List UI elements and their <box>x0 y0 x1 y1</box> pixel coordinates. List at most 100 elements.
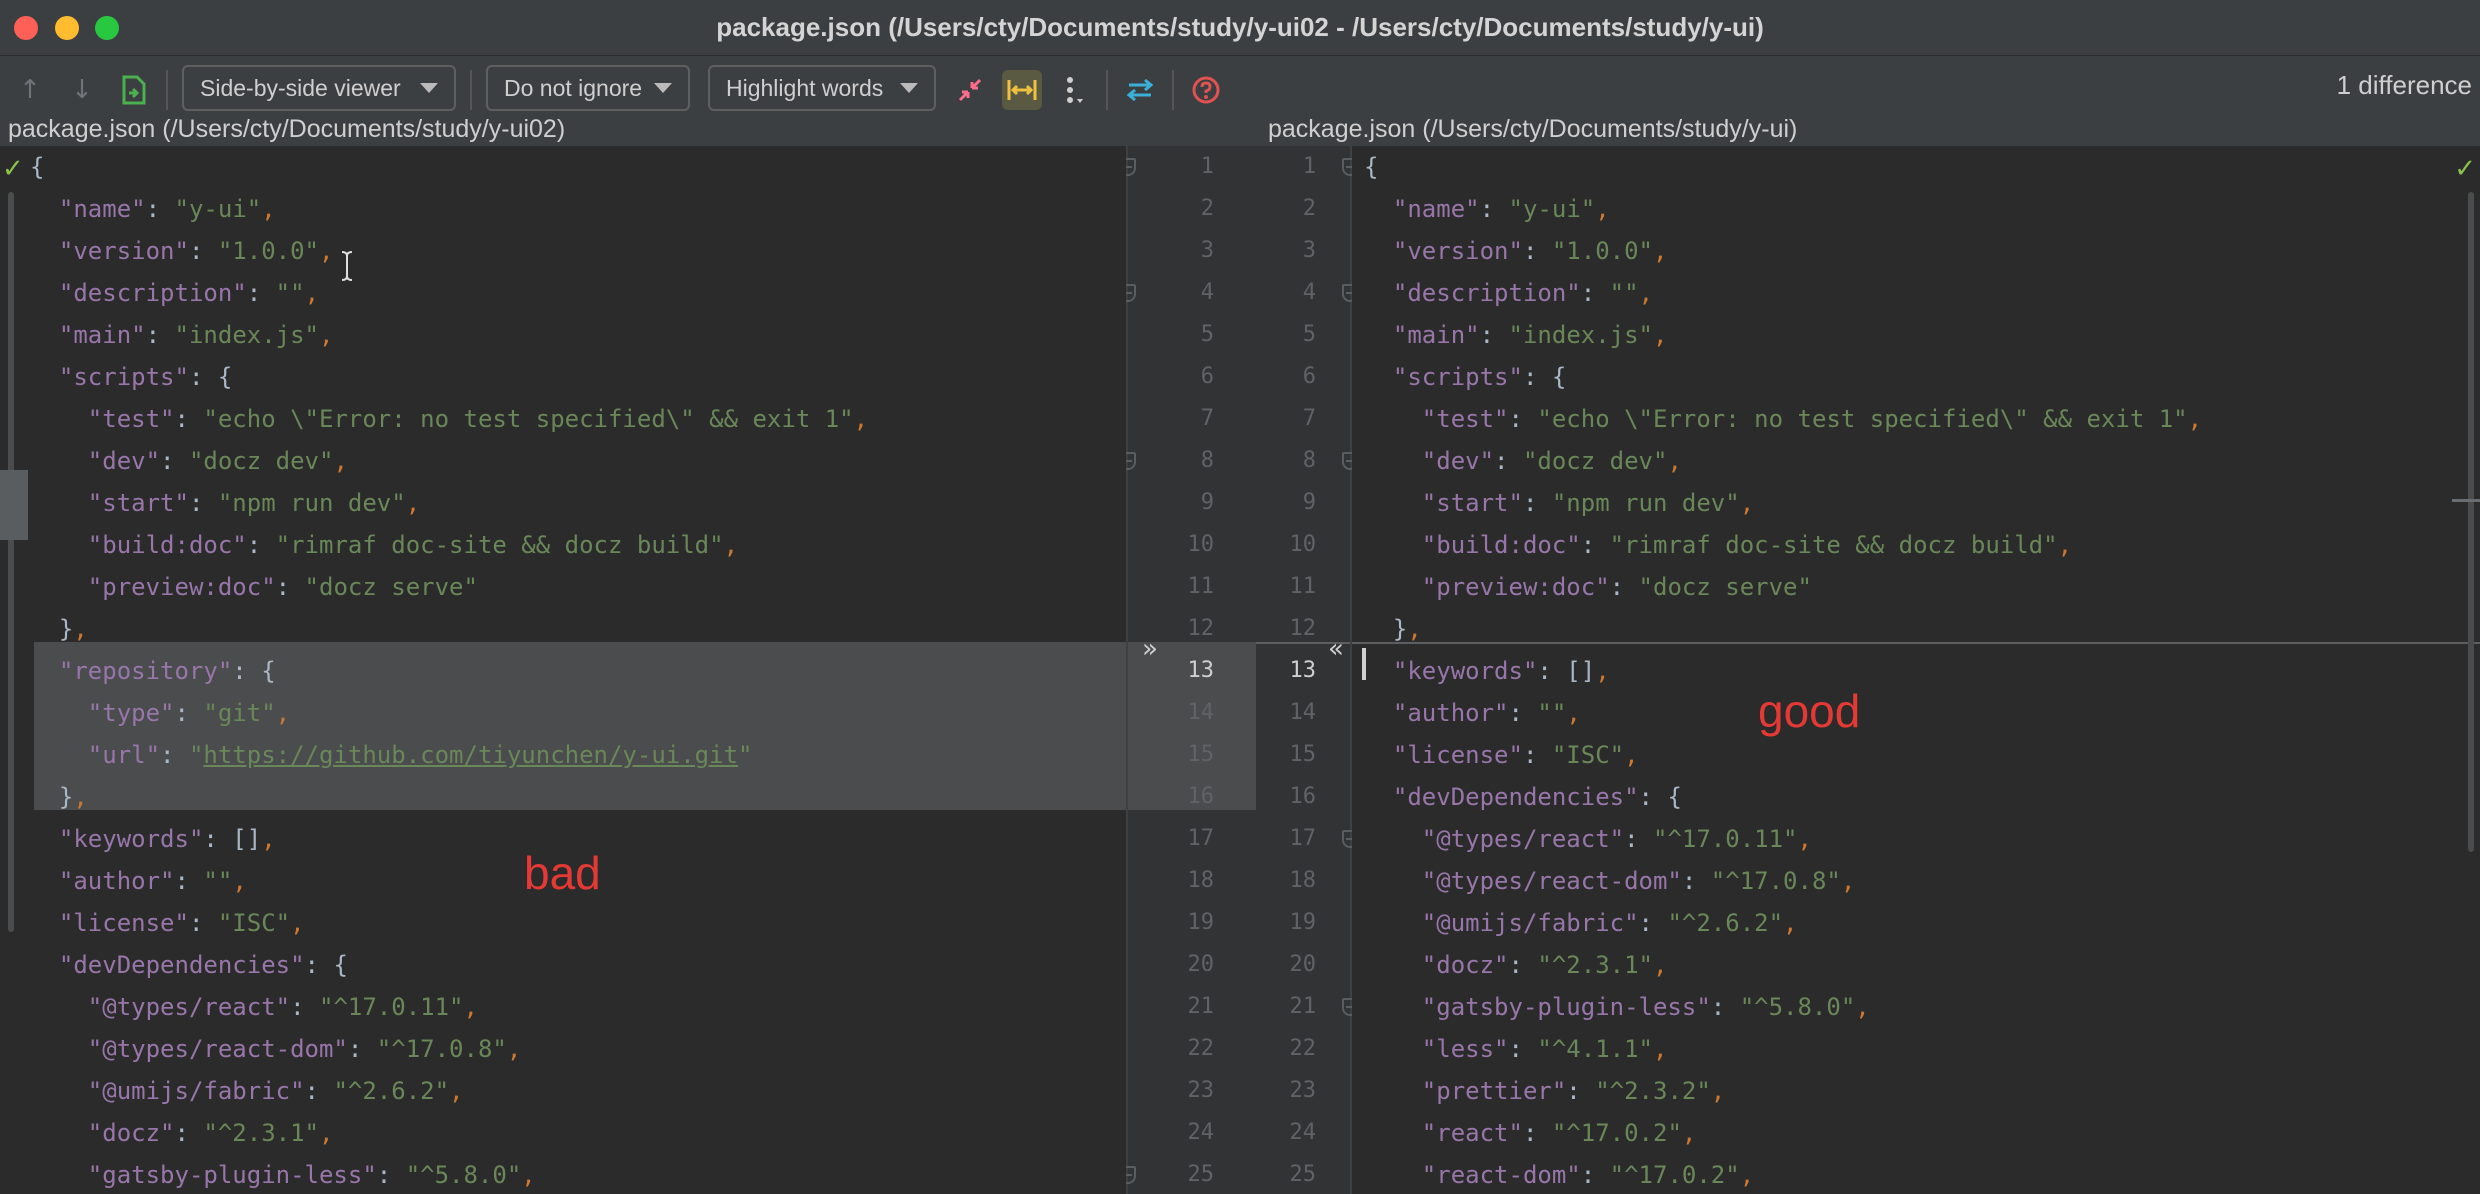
viewer-mode-dropdown[interactable]: Side-by-side viewer <box>182 65 456 111</box>
right-editor[interactable]: ✓ { "name": "y-ui", "version": "1.0.0", … <box>1352 146 2480 1194</box>
ignore-mode-dropdown[interactable]: Do not ignore <box>486 65 690 111</box>
line-number: 24 <box>1289 1120 1317 1145</box>
line-number: 17 <box>1187 826 1215 851</box>
line-number: 18 <box>1289 868 1317 893</box>
code-line: "keywords": [], <box>1392 657 1610 685</box>
line-number: 10 <box>1289 532 1317 557</box>
arrow-up-icon[interactable]: ↑ <box>10 70 50 110</box>
line-number: 1 <box>1200 154 1214 179</box>
fold-marker-icon[interactable] <box>1342 998 1352 1016</box>
left-file-path: package.json (/Users/cty/Documents/study… <box>0 112 1260 148</box>
line-number: 25 <box>1289 1162 1317 1187</box>
code-line: "description": "", <box>1392 279 1654 307</box>
arrow-down-icon[interactable]: ↓ <box>62 70 102 110</box>
fold-marker-icon[interactable] <box>1342 452 1352 470</box>
apply-change-right-icon[interactable]: » <box>1142 634 1158 664</box>
code-line: "name": "y-ui", <box>1392 195 1610 223</box>
window-title: package.json (/Users/cty/Documents/study… <box>716 12 1764 42</box>
line-number: 9 <box>1302 490 1316 515</box>
code-line: }, <box>30 783 88 811</box>
left-code: { "name": "y-ui", "version": "1.0.0", "d… <box>0 146 1126 1194</box>
code-line: "name": "y-ui", <box>58 195 276 223</box>
code-line: "start": "npm run dev", <box>1421 489 1755 517</box>
help-icon[interactable] <box>1186 70 1226 110</box>
line-number: 14 <box>1289 700 1317 725</box>
line-number: 11 <box>1187 574 1215 599</box>
fold-marker-icon[interactable] <box>1342 830 1352 848</box>
code-line: "docz": "^2.3.1", <box>1421 951 1668 979</box>
line-number: 1 <box>1302 154 1316 179</box>
fold-marker-icon[interactable] <box>1342 158 1352 176</box>
line-number: 14 <box>1187 700 1215 725</box>
code-line: "@types/react": "^17.0.11", <box>1421 825 1812 853</box>
more-icon[interactable] <box>1054 70 1094 110</box>
jump-to-source-icon[interactable] <box>114 70 154 110</box>
line-number: 19 <box>1187 910 1215 935</box>
line-number: 8 <box>1302 448 1316 473</box>
left-editor[interactable]: ✓ { "name": "y-ui", "version": "1.0.0", … <box>0 146 1126 1194</box>
chevron-down-icon <box>900 83 918 93</box>
code-line: "license": "ISC", <box>58 909 305 937</box>
code-line: "@umijs/fabric": "^2.6.2", <box>1421 909 1798 937</box>
code-line: "gatsby-plugin-less": "^5.8.0", <box>1421 993 1870 1021</box>
apply-change-left-icon[interactable]: « <box>1328 634 1344 664</box>
line-number: 20 <box>1289 952 1317 977</box>
line-number: 6 <box>1200 364 1214 389</box>
code-line: "description": "", <box>58 279 320 307</box>
code-line: "build:doc": "rimraf doc-site && docz bu… <box>87 531 739 559</box>
highlight-mode-label: Highlight words <box>726 75 884 101</box>
code-line: "@types/react-dom": "^17.0.8", <box>1421 867 1856 895</box>
line-number: 17 <box>1289 826 1317 851</box>
line-number: 11 <box>1289 574 1317 599</box>
viewer-mode-label: Side-by-side viewer <box>200 75 401 101</box>
difference-count: 1 difference <box>2336 70 2472 100</box>
code-line: "@types/react": "^17.0.11", <box>87 993 478 1021</box>
line-number: 13 <box>1289 658 1317 683</box>
code-line: "preview:doc": "docz serve" <box>87 573 478 601</box>
highlight-mode-dropdown[interactable]: Highlight words <box>708 65 936 111</box>
code-line: { <box>1364 153 1379 181</box>
line-number: 12 <box>1187 616 1215 641</box>
sync-scroll-icon[interactable] <box>1002 70 1042 110</box>
code-line: "devDependencies": { <box>58 951 348 979</box>
code-line: }, <box>1364 615 1422 643</box>
line-number: 15 <box>1187 742 1215 767</box>
code-line: "devDependencies": { <box>1392 783 1682 811</box>
line-number: 23 <box>1289 1078 1317 1103</box>
line-number: 20 <box>1187 952 1215 977</box>
code-line: { <box>30 153 45 181</box>
right-line-numbers: 1 2 3 4 5 6 7 8 9 10 11 12 13 14 15 16 17 18 19 20 21 22 23 24 2… <box>1256 146 1317 1194</box>
ignore-mode-label: Do not ignore <box>504 75 643 101</box>
line-number: 16 <box>1187 784 1215 809</box>
diff-gutter: 1 2 3 4 5 6 7 8 9 10 11 12 13 14 15 16 17 18 19 20 21 22 23 24 2… <box>1126 146 1352 1194</box>
code-line: "dev": "docz dev", <box>87 447 348 475</box>
collapse-unchanged-icon[interactable] <box>950 70 990 110</box>
line-number: 7 <box>1302 406 1316 431</box>
code-line: "version": "1.0.0", <box>1392 237 1668 265</box>
line-number: 22 <box>1187 1036 1215 1061</box>
fold-marker-icon[interactable] <box>1342 284 1352 302</box>
line-number: 21 <box>1187 994 1215 1019</box>
code-line: "test": "echo \"Error: no test specified… <box>87 405 869 433</box>
code-line: "docz": "^2.3.1", <box>87 1119 334 1147</box>
code-line: "start": "npm run dev", <box>87 489 421 517</box>
code-line: "gatsby-plugin-less": "^5.8.0", <box>87 1161 536 1189</box>
chevron-down-icon <box>420 83 438 93</box>
swap-sides-icon[interactable] <box>1120 70 1160 110</box>
line-number: 5 <box>1302 322 1316 347</box>
line-number: 12 <box>1289 616 1317 641</box>
left-line-numbers: 1 2 3 4 5 6 7 8 9 10 11 12 13 14 15 16 17 18 19 20 21 22 23 24 2… <box>1126 146 1215 1194</box>
right-code: { "name": "y-ui", "version": "1.0.0", "d… <box>1352 146 2480 1194</box>
code-line: "react": "^17.0.2", <box>1421 1119 1697 1147</box>
line-number: 24 <box>1187 1120 1215 1145</box>
line-number: 7 <box>1200 406 1214 431</box>
line-number: 9 <box>1200 490 1214 515</box>
line-number: 18 <box>1187 868 1215 893</box>
line-number: 19 <box>1289 910 1317 935</box>
code-line: "@umijs/fabric": "^2.6.2", <box>87 1077 464 1105</box>
line-number: 3 <box>1200 238 1214 263</box>
title-bar: package.json (/Users/cty/Documents/study… <box>0 0 2480 56</box>
code-line: "less": "^4.1.1", <box>1421 1035 1668 1063</box>
line-number: 22 <box>1289 1036 1317 1061</box>
code-line: "license": "ISC", <box>1392 741 1639 769</box>
